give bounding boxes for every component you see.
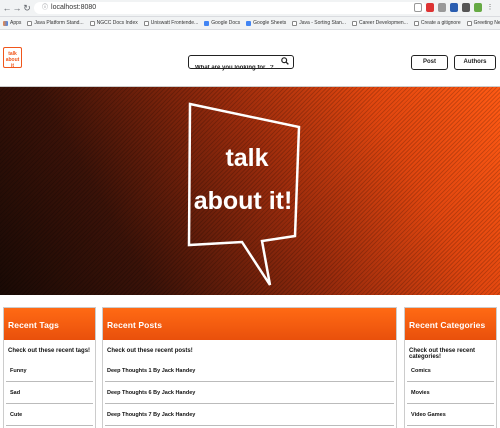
bookmark-label: Apps: [10, 20, 22, 26]
category-link[interactable]: Comics: [407, 360, 494, 382]
bookmark-label: Google Docs: [211, 20, 241, 26]
category-link[interactable]: Video Games: [407, 404, 494, 426]
recent-categories-panel: Recent Categories Check out these recent…: [404, 307, 497, 428]
recent-tags-panel: Recent Tags Check out these recent tags!…: [3, 307, 96, 428]
site-logo[interactable]: talk about it: [3, 47, 22, 69]
bookmark-item[interactable]: Career Developmen...: [351, 20, 408, 26]
url-text: localhost:8080: [51, 4, 97, 11]
info-icon[interactable]: ⓘ: [42, 5, 48, 11]
search-box: [188, 55, 294, 74]
bookmark-label: Create a gitignore: [420, 20, 461, 26]
tag-link[interactable]: Funny: [6, 360, 93, 382]
back-icon[interactable]: ←: [2, 2, 12, 14]
profile-icon[interactable]: [474, 3, 482, 12]
bookmark-item[interactable]: Apps: [3, 20, 21, 26]
google-icon: [246, 20, 252, 26]
bookmark-label: NGCC Docs Index: [96, 20, 138, 26]
hero-title-line2: about it!: [194, 187, 293, 215]
page-icon: [466, 20, 472, 26]
extension-icon[interactable]: [450, 3, 458, 12]
search-icon[interactable]: [281, 57, 289, 65]
page-icon: [89, 20, 95, 26]
bookmarks-bar: Apps Java Platform Stand... NGCC Docs Inde…: [0, 17, 500, 30]
tag-link[interactable]: Cute: [6, 404, 93, 426]
extension-icon[interactable]: [462, 3, 470, 12]
bookmark-label: Google Sheets: [253, 20, 287, 26]
page-icon: [292, 20, 298, 26]
recent-tags-title: Recent Tags: [4, 308, 95, 340]
recent-tags-subtitle: Check out these recent tags!: [8, 348, 91, 354]
category-link[interactable]: Movies: [407, 382, 494, 404]
browser-toolbar: ← → ↻ ⓘ localhost:8080 ⋮: [0, 0, 500, 17]
bookmark-item[interactable]: Uniswatt Frontende...: [143, 20, 199, 26]
extension-icons: ⋮: [414, 3, 494, 12]
recent-posts-panel: Recent Posts Check out these recent post…: [102, 307, 397, 428]
bookmark-item[interactable]: Create a gitignore: [413, 20, 461, 26]
post-link[interactable]: Deep Thoughts 7 By Jack Handey: [105, 404, 394, 426]
page-icon: [351, 20, 357, 26]
hero-banner: talk about it!: [0, 87, 500, 295]
extension-icon[interactable]: [438, 3, 446, 12]
bookmark-item[interactable]: Greeting New Grad...: [466, 20, 500, 26]
recent-categories-title: Recent Categories: [405, 308, 496, 340]
tag-link[interactable]: Sad: [6, 382, 93, 404]
extension-icon[interactable]: [426, 3, 434, 12]
star-icon[interactable]: [414, 3, 422, 12]
bookmark-item[interactable]: Java - Sorting Stan...: [292, 20, 346, 26]
post-button[interactable]: Post: [411, 55, 448, 70]
google-icon: [204, 20, 210, 26]
bookmark-label: Uniswatt Frontende...: [150, 20, 199, 26]
authors-button[interactable]: Authors: [454, 55, 496, 70]
apps-icon: [3, 20, 8, 26]
page-icon: [27, 20, 33, 26]
forward-icon[interactable]: →: [12, 2, 22, 14]
page-icon: [413, 20, 419, 26]
hero-title-line1: talk: [225, 144, 268, 172]
bookmark-item[interactable]: NGCC Docs Index: [89, 20, 138, 26]
search-input[interactable]: [189, 62, 279, 74]
bookmark-item[interactable]: Google Sheets: [246, 20, 286, 26]
recent-categories-subtitle: Check out these recent categories!: [409, 348, 476, 360]
reload-icon[interactable]: ↻: [22, 2, 32, 14]
page-icon: [143, 20, 149, 26]
bookmark-label: Java - Sorting Stan...: [299, 20, 346, 26]
address-bar[interactable]: ⓘ localhost:8080: [34, 2, 426, 14]
post-link[interactable]: Deep Thoughts 6 By Jack Handey: [105, 382, 394, 404]
bookmark-label: Greeting New Grad...: [473, 20, 500, 26]
bookmark-label: Career Developmen...: [358, 20, 408, 26]
recent-posts-subtitle: Check out these recent posts!: [107, 348, 193, 354]
speech-bubble-graphic: talk about it!: [187, 102, 301, 286]
bookmark-item[interactable]: Java Platform Stand...: [27, 20, 84, 26]
recent-posts-title: Recent Posts: [103, 308, 396, 340]
bookmark-label: Java Platform Stand...: [34, 20, 84, 26]
bookmark-item[interactable]: Google Docs: [204, 20, 240, 26]
menu-icon[interactable]: ⋮: [486, 3, 494, 12]
post-link[interactable]: Deep Thoughts 1 By Jack Handey: [105, 360, 394, 382]
